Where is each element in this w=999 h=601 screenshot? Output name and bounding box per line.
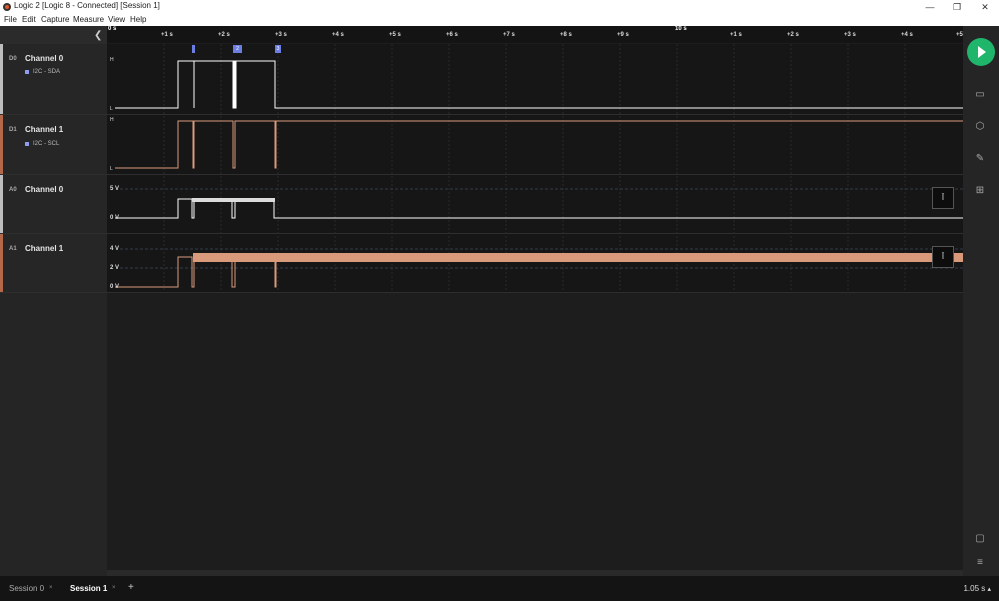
- ruler-tick-label: +1 s: [161, 32, 173, 38]
- analog-scale-button[interactable]: Ī: [932, 246, 954, 268]
- waveform-d0: [115, 60, 963, 109]
- ruler-tick-label: +8 s: [560, 32, 572, 38]
- level-low: L: [110, 166, 113, 172]
- level-high: H: [110, 117, 114, 123]
- ruler-tick-label: +9 s: [617, 32, 629, 38]
- analog-scale-button[interactable]: Ī: [932, 187, 954, 209]
- level-2v: 2 V: [110, 265, 120, 271]
- timing-marker[interactable]: 3: [275, 45, 281, 53]
- device-icon[interactable]: ▭: [973, 89, 987, 101]
- zoom-level[interactable]: 1.05 s ▴: [963, 584, 991, 593]
- level-0v: 0 V: [110, 215, 120, 221]
- ruler-tick-label: +4 s: [901, 32, 913, 38]
- level-5v: 5 V: [110, 186, 120, 192]
- hamburger-icon[interactable]: ≡: [973, 557, 987, 569]
- waveform-d1: [115, 120, 963, 169]
- ruler-tick-label: +5: [956, 32, 963, 38]
- caret-up-icon: ▴: [987, 586, 991, 593]
- analyzers-icon[interactable]: ⬡: [973, 121, 987, 133]
- ruler-tick-label: +5 s: [389, 32, 401, 38]
- right-toolbar: [963, 26, 999, 576]
- timing-marker[interactable]: 2: [233, 45, 242, 53]
- ruler-tick-label: +3 s: [275, 32, 287, 38]
- time-ruler[interactable]: 0 s 10 s +1 s +2 s +3 s +4 s +5 s +6 s +…: [107, 26, 963, 43]
- add-tab-button[interactable]: +: [128, 582, 134, 593]
- ruler-tick-label: +1 s: [730, 32, 742, 38]
- pencil-icon[interactable]: ✎: [973, 153, 987, 165]
- waveform-canvas: [115, 44, 963, 292]
- close-tab-icon[interactable]: ×: [112, 585, 116, 591]
- extensions-icon[interactable]: ⊞: [973, 185, 987, 197]
- level-4v: 4 V: [110, 246, 120, 252]
- tab-session-0[interactable]: Session 0: [9, 584, 44, 593]
- tab-session-1[interactable]: Session 1: [70, 584, 107, 593]
- ruler-tick-label: +6 s: [446, 32, 458, 38]
- ruler-tick-label: +7 s: [503, 32, 515, 38]
- ruler-tick-label: +2 s: [218, 32, 230, 38]
- ruler-tick-label: +3 s: [844, 32, 856, 38]
- level-0v: 0 V: [110, 284, 120, 290]
- session-tab-bar: Session 0 × Session 1 × + 1.05 s ▴: [0, 576, 999, 601]
- zoom-level-value: 1.05 s: [963, 584, 986, 593]
- ruler-major-label: 10 s: [675, 26, 687, 32]
- timing-marker[interactable]: [192, 45, 195, 53]
- ruler-tick-label: +2 s: [787, 32, 799, 38]
- waveform-a0-band: [192, 198, 275, 202]
- ruler-start-label: 0 s: [108, 26, 117, 32]
- play-icon[interactable]: [967, 38, 995, 66]
- close-tab-icon[interactable]: ×: [49, 585, 53, 591]
- chat-icon[interactable]: ▢: [973, 533, 987, 545]
- ruler-tick-label: +4 s: [332, 32, 344, 38]
- waveform-a1-band: [193, 253, 963, 262]
- level-low: L: [110, 106, 113, 112]
- level-high: H: [110, 57, 114, 63]
